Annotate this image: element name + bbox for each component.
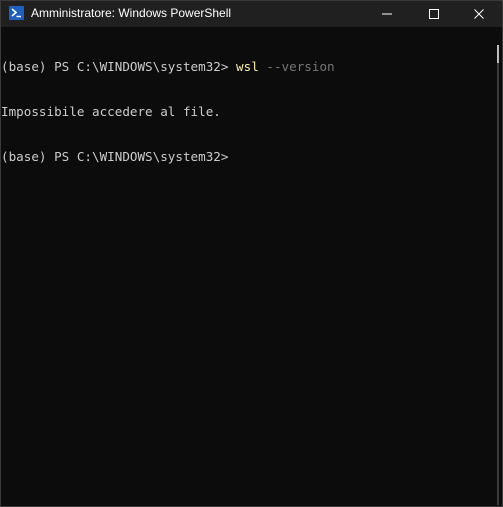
maximize-button[interactable] [411, 1, 457, 27]
powershell-window: Amministratore: Windows PowerShell (base… [0, 0, 503, 507]
prompt-text: (base) PS C:\WINDOWS\system32> [1, 149, 229, 164]
output-text: Impossibile accedere al file. [1, 104, 221, 119]
window-title: Amministratore: Windows PowerShell [31, 6, 232, 20]
console-output[interactable]: (base) PS C:\WINDOWS\system32> wsl --ver… [1, 29, 489, 506]
title-bar[interactable]: Amministratore: Windows PowerShell [1, 1, 502, 27]
close-icon [474, 9, 484, 19]
close-button[interactable] [456, 1, 502, 27]
scrollbar-thumb[interactable] [497, 45, 499, 63]
minimize-button[interactable] [364, 1, 410, 27]
vertical-scrollbar-track[interactable] [497, 45, 499, 505]
minimize-icon [382, 13, 392, 15]
maximize-icon [429, 9, 439, 19]
command-text: wsl [236, 59, 259, 74]
console-line: (base) PS C:\WINDOWS\system32> wsl --ver… [1, 59, 489, 74]
console-line: Impossibile accedere al file. [1, 104, 489, 119]
powershell-icon[interactable] [9, 6, 24, 20]
parameter-text: --version [258, 59, 335, 74]
console-line: (base) PS C:\WINDOWS\system32> [1, 149, 489, 164]
prompt-text: (base) PS C:\WINDOWS\system32> [1, 59, 237, 74]
